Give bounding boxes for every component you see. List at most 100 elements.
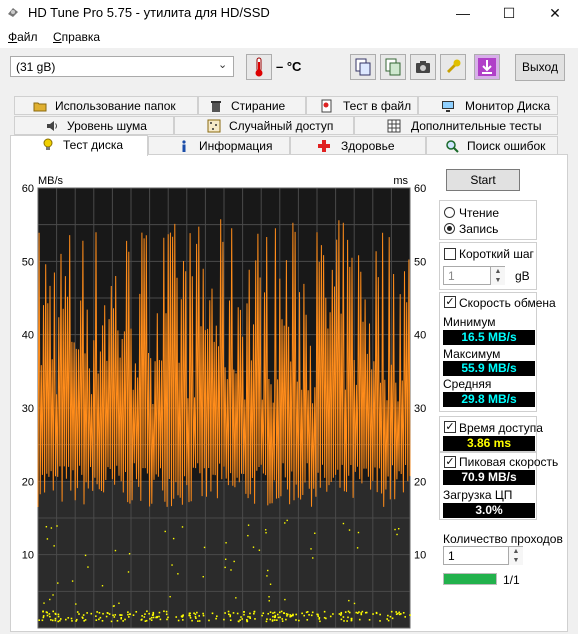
- access-time-point: [229, 615, 232, 618]
- tab-info[interactable]: Информация: [148, 136, 290, 155]
- access-time-point: [303, 614, 305, 617]
- exit-button[interactable]: Выход: [515, 54, 565, 81]
- menu-help-label: С: [53, 30, 62, 44]
- access-time-point: [245, 619, 248, 621]
- random-dots-icon: [207, 119, 221, 133]
- tab-label: Тест в файл: [343, 99, 412, 113]
- tab-random-access[interactable]: Случайный доступ: [174, 116, 354, 135]
- access-time-point: [282, 612, 285, 614]
- write-radio[interactable]: [444, 223, 455, 234]
- access-time-point: [46, 538, 49, 540]
- tab-label: Здоровье: [341, 139, 395, 153]
- access-time-point: [141, 615, 143, 617]
- menu-help-rest: правка: [61, 30, 101, 44]
- access-time-point: [124, 618, 126, 621]
- access-time-point: [181, 526, 184, 528]
- health-cross-icon: [318, 140, 330, 152]
- access-time-point: [114, 614, 117, 616]
- chevron-down-icon: ⌄: [218, 59, 228, 71]
- access-time-point: [249, 616, 251, 618]
- access-time-point: [347, 616, 349, 619]
- close-button[interactable]: ✕: [532, 0, 578, 26]
- maximize-button[interactable]: ☐: [486, 0, 532, 26]
- menu-help[interactable]: Справка: [53, 30, 100, 44]
- tab-noise-level[interactable]: Уровень шума: [14, 116, 174, 135]
- access-time-point: [50, 619, 52, 621]
- tab-extra-tests[interactable]: Дополнительные тесты: [354, 116, 558, 135]
- access-time-point: [344, 611, 347, 613]
- access-time-point: [227, 610, 230, 613]
- access-time-point: [158, 611, 161, 614]
- passes-down-icon[interactable]: ▼: [508, 556, 523, 565]
- access-time-point: [306, 611, 309, 613]
- access-time-point: [195, 617, 197, 620]
- access-time-checkbox[interactable]: ✓: [444, 421, 456, 433]
- access-time-point: [169, 595, 171, 598]
- y-tick-label-left: 20: [22, 476, 34, 488]
- step-down-icon[interactable]: ▼: [490, 276, 505, 285]
- tab-health[interactable]: Здоровье: [290, 136, 426, 155]
- access-time-point: [358, 611, 360, 613]
- transfer-rate-checkbox[interactable]: ✓: [444, 296, 456, 308]
- access-time-point: [268, 600, 270, 602]
- access-time-point: [350, 619, 353, 622]
- screenshot-button[interactable]: [410, 54, 436, 80]
- minimize-button[interactable]: —: [440, 0, 486, 26]
- access-time-point: [38, 619, 41, 622]
- access-time-point: [387, 614, 389, 617]
- access-time-point: [84, 554, 87, 557]
- access-time-point: [52, 610, 55, 613]
- access-time-point: [400, 613, 402, 615]
- access-time-point: [395, 613, 398, 615]
- access-time-point: [59, 618, 62, 620]
- read-label: Чтение: [459, 206, 500, 220]
- read-radio[interactable]: [444, 207, 455, 218]
- start-button[interactable]: Start: [446, 169, 520, 191]
- short-step-checkbox[interactable]: [444, 248, 456, 260]
- y-tick-label-left: 30: [22, 403, 34, 415]
- access-time-point: [347, 610, 350, 613]
- tab-file-benchmark[interactable]: Тест в файл: [306, 96, 418, 115]
- access-time-point: [132, 614, 135, 616]
- menu-file[interactable]: Файл: [8, 30, 38, 44]
- access-time-point: [391, 617, 394, 620]
- access-time-point: [152, 614, 154, 616]
- save-button[interactable]: [474, 54, 500, 80]
- access-time-point: [59, 619, 61, 622]
- tab-error-scan[interactable]: Поиск ошибок: [426, 136, 558, 155]
- access-time-point: [261, 614, 263, 617]
- copy-all-button[interactable]: [380, 54, 406, 80]
- access-time-point: [252, 546, 255, 548]
- access-time-point: [318, 616, 321, 619]
- passes-up-icon[interactable]: ▲: [508, 547, 523, 556]
- access-time-point: [99, 616, 102, 619]
- burst-rate-checkbox[interactable]: ✓: [444, 456, 456, 468]
- copy-info-button[interactable]: [350, 54, 376, 80]
- access-time-point: [182, 619, 184, 621]
- tab-erase[interactable]: Стирание: [198, 96, 306, 115]
- step-unit: gB: [515, 269, 530, 283]
- temperature-button[interactable]: [246, 54, 272, 80]
- step-up-icon[interactable]: ▲: [490, 267, 505, 276]
- access-time-point: [48, 613, 51, 615]
- access-time-point: [249, 612, 251, 615]
- access-time-point: [98, 618, 100, 621]
- access-time-point: [152, 616, 155, 619]
- avg-value: 29.8 MB/s: [443, 392, 535, 407]
- access-time-point: [266, 575, 268, 577]
- tab-folder-usage[interactable]: Использование папок: [14, 96, 198, 115]
- access-time-point: [243, 613, 245, 616]
- access-time-point: [286, 615, 288, 617]
- access-time-point: [243, 611, 245, 613]
- access-time-point: [236, 612, 239, 615]
- access-time-point: [82, 614, 85, 616]
- options-button[interactable]: [440, 54, 466, 80]
- tab-benchmark[interactable]: Тест диска: [10, 135, 148, 156]
- access-time-point: [71, 620, 73, 622]
- thermometer-icon: [255, 57, 263, 77]
- tab-disk-monitor[interactable]: Монитор Диска: [418, 96, 558, 115]
- y-tick-label-left: 60: [22, 183, 34, 195]
- access-time-point: [43, 602, 45, 604]
- access-time-point: [267, 569, 269, 572]
- access-time-point: [253, 611, 256, 613]
